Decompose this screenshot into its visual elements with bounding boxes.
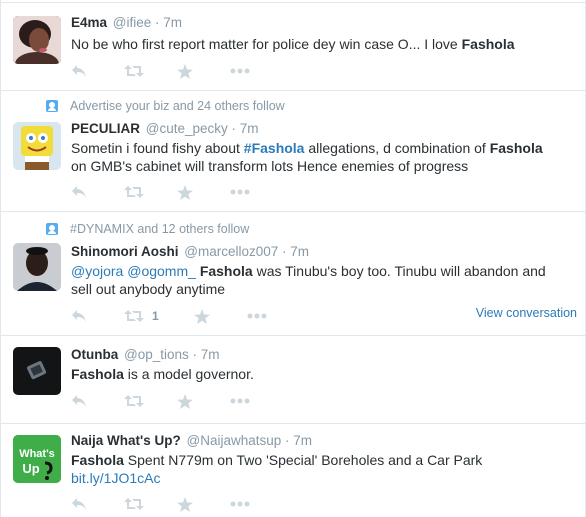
- more-icon[interactable]: [230, 392, 283, 410]
- more-icon[interactable]: [230, 495, 283, 513]
- tweet-header: Otunba @op_tions · 7m: [71, 347, 220, 362]
- avatar-image: What's Up: [13, 435, 61, 483]
- text-segment: No be who first report matter for police…: [71, 36, 462, 52]
- hashtag-link[interactable]: #Fashola: [244, 140, 305, 156]
- reply-icon[interactable]: [71, 307, 124, 325]
- favorite-icon[interactable]: [194, 307, 247, 325]
- avatar-image: [13, 122, 61, 170]
- fullname[interactable]: PECULIAR: [71, 121, 140, 136]
- reply-icon[interactable]: [71, 495, 124, 513]
- text-segment: allegations, d combination of: [304, 140, 490, 156]
- tweet-actions: [71, 392, 283, 410]
- retweet-count: 1: [152, 309, 159, 323]
- url-link[interactable]: bit.ly/1JO1cAc: [71, 470, 160, 486]
- context-text: Advertise your biz and 24 others follow: [70, 99, 285, 113]
- mention-link[interactable]: @ogomm_: [127, 263, 196, 279]
- tweet-header: PECULIAR @cute_pecky · 7m: [71, 121, 259, 136]
- avatar[interactable]: [13, 122, 61, 170]
- more-icon[interactable]: [230, 183, 283, 201]
- timestamp[interactable]: · 7m: [282, 244, 309, 259]
- keyword-highlight: Fashola: [71, 366, 124, 382]
- avatar[interactable]: [13, 347, 61, 395]
- username[interactable]: @cute_pecky: [146, 121, 228, 136]
- reply-icon[interactable]: [71, 183, 124, 201]
- timestamp[interactable]: · 7m: [232, 121, 259, 136]
- keyword-highlight: Fashola: [461, 36, 515, 52]
- timestamp[interactable]: · 7m: [193, 347, 220, 362]
- mention-link[interactable]: @yojora: [71, 263, 123, 279]
- tweet-header: E4ma @ifiee · 7m: [71, 15, 182, 30]
- retweet-icon[interactable]: [124, 392, 177, 410]
- avatar[interactable]: [13, 243, 61, 291]
- timestamp[interactable]: · 7m: [285, 433, 312, 448]
- text-segment: is a model governor.: [123, 366, 254, 382]
- context-text: #DYNAMIX and 12 others follow: [70, 222, 250, 236]
- text-segment: was Tinubu's boy too. Tinubu will abando…: [252, 263, 546, 279]
- tweet[interactable]: What's Up Naija What's Up? @Naijawhatsup…: [1, 424, 586, 517]
- text-segment: Sometin i found fishy about: [71, 140, 244, 156]
- more-icon[interactable]: [230, 62, 283, 80]
- text-segment: Spent N779m on Two 'Special' Boreholes a…: [123, 452, 483, 468]
- tweet-actions: [71, 62, 283, 80]
- retweet-icon[interactable]: [124, 495, 177, 513]
- more-icon[interactable]: [247, 307, 300, 325]
- tweet-actions: [71, 183, 283, 201]
- tweet-text: Sometin i found fishy about #Fashola all…: [71, 139, 571, 175]
- reply-icon[interactable]: [71, 62, 124, 80]
- tweet[interactable]: #DYNAMIX and 12 others follow Shinomori …: [1, 212, 586, 336]
- username[interactable]: @op_tions: [124, 347, 189, 362]
- keyword-highlight: Fashola: [489, 140, 543, 156]
- tweet-actions: [71, 495, 283, 513]
- retweet-icon[interactable]: [124, 62, 177, 80]
- retweet-icon[interactable]: [124, 183, 177, 201]
- favorite-icon[interactable]: [177, 392, 230, 410]
- tweet-text: Fashola Spent N779m on Two 'Special' Bor…: [71, 451, 571, 487]
- tweet-actions: 1: [71, 307, 300, 325]
- tweet-text: Fashola is a model governor.: [71, 365, 571, 383]
- keyword-highlight: Fashola: [199, 263, 253, 279]
- view-conversation-link[interactable]: View conversation: [476, 306, 577, 320]
- favorite-icon[interactable]: [177, 183, 230, 201]
- fullname[interactable]: Naija What's Up?: [71, 433, 181, 448]
- avatar[interactable]: What's Up: [13, 435, 61, 483]
- tweet[interactable]: Otunba @op_tions · 7m Fashola is a model…: [1, 336, 586, 424]
- tweet-text: @yojora @ogomm_ Fashola was Tinubu's boy…: [71, 262, 571, 298]
- fullname[interactable]: Otunba: [71, 347, 118, 362]
- fullname[interactable]: E4ma: [71, 15, 107, 30]
- avatar-logo-text: Up: [22, 461, 39, 476]
- timeline-stream: E4ma @ifiee · 7m No be who first report …: [0, 0, 586, 517]
- follow-context-icon: [46, 223, 58, 235]
- tweet[interactable]: Advertise your biz and 24 others follow …: [1, 91, 586, 212]
- favorite-icon[interactable]: [177, 495, 230, 513]
- avatar-logo-text: What's: [19, 448, 55, 460]
- avatar[interactable]: [13, 16, 61, 64]
- text-segment: on GMB's cabinet will transform lots Hen…: [71, 158, 469, 174]
- follow-context[interactable]: Advertise your biz and 24 others follow: [46, 99, 285, 113]
- follow-context-icon: [46, 100, 58, 112]
- reply-icon[interactable]: [71, 392, 124, 410]
- tweet-header: Naija What's Up? @Naijawhatsup · 7m: [71, 433, 312, 448]
- avatar-image: [13, 16, 61, 64]
- tweet-header: Shinomori Aoshi @marcelloz007 · 7m: [71, 244, 309, 259]
- username[interactable]: @Naijawhatsup: [187, 433, 282, 448]
- follow-context[interactable]: #DYNAMIX and 12 others follow: [46, 222, 250, 236]
- text-segment: sell out anybody anytime: [71, 281, 226, 297]
- tweet[interactable]: E4ma @ifiee · 7m No be who first report …: [1, 3, 586, 91]
- username[interactable]: @marcelloz007: [184, 244, 278, 259]
- retweet-icon[interactable]: 1: [124, 307, 194, 325]
- avatar-image: [13, 347, 61, 395]
- avatar-image: [13, 243, 61, 291]
- username[interactable]: @ifiee: [113, 15, 151, 30]
- favorite-icon[interactable]: [177, 62, 230, 80]
- tweet-text: No be who first report matter for police…: [71, 35, 571, 53]
- fullname[interactable]: Shinomori Aoshi: [71, 244, 179, 259]
- timestamp[interactable]: · 7m: [155, 15, 182, 30]
- keyword-highlight: Fashola: [71, 452, 124, 468]
